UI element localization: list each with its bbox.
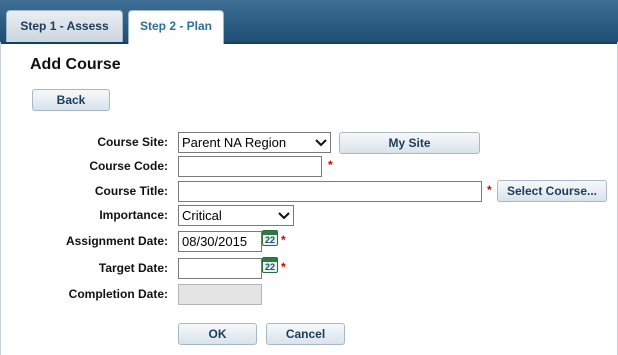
tab-bar: Step 1 - Assess Step 2 - Plan xyxy=(0,0,618,44)
assignment-date-input[interactable] xyxy=(178,231,262,252)
calendar-icon[interactable]: 22 xyxy=(262,230,278,246)
course-title-required-mark: * xyxy=(487,183,492,197)
chevron-down-icon xyxy=(278,212,290,220)
ok-button[interactable]: OK xyxy=(178,323,257,345)
tab-step-2-plan[interactable]: Step 2 - Plan xyxy=(128,10,224,44)
importance-value: Critical xyxy=(182,208,222,223)
completion-date-input xyxy=(178,284,262,305)
target-date-required-mark: * xyxy=(281,260,286,274)
course-site-label: Course Site: xyxy=(97,135,168,149)
course-site-select[interactable]: Parent NA Region xyxy=(178,132,331,153)
course-title-input[interactable] xyxy=(178,181,482,202)
chevron-down-icon xyxy=(315,139,327,147)
course-code-required-mark: * xyxy=(328,158,333,172)
importance-select[interactable]: Critical xyxy=(178,205,294,226)
page-title: Add Course xyxy=(30,56,121,73)
assignment-date-label: Assignment Date: xyxy=(65,234,168,248)
calendar-icon[interactable]: 22 xyxy=(262,257,278,273)
importance-label: Importance: xyxy=(99,208,168,222)
tab-step-1-assess[interactable]: Step 1 - Assess xyxy=(6,10,123,42)
target-date-input[interactable] xyxy=(178,258,262,279)
completion-date-label: Completion Date: xyxy=(68,287,168,301)
assignment-date-required-mark: * xyxy=(281,233,286,247)
course-code-input[interactable] xyxy=(178,156,322,177)
back-button[interactable]: Back xyxy=(32,89,110,111)
course-site-value: Parent NA Region xyxy=(182,135,287,150)
course-code-label: Course Code: xyxy=(89,159,168,173)
course-title-label: Course Title: xyxy=(94,184,168,198)
my-site-button[interactable]: My Site xyxy=(339,132,480,154)
select-course-button[interactable]: Select Course... xyxy=(497,180,607,202)
target-date-label: Target Date: xyxy=(98,261,168,275)
cancel-button[interactable]: Cancel xyxy=(266,323,345,345)
